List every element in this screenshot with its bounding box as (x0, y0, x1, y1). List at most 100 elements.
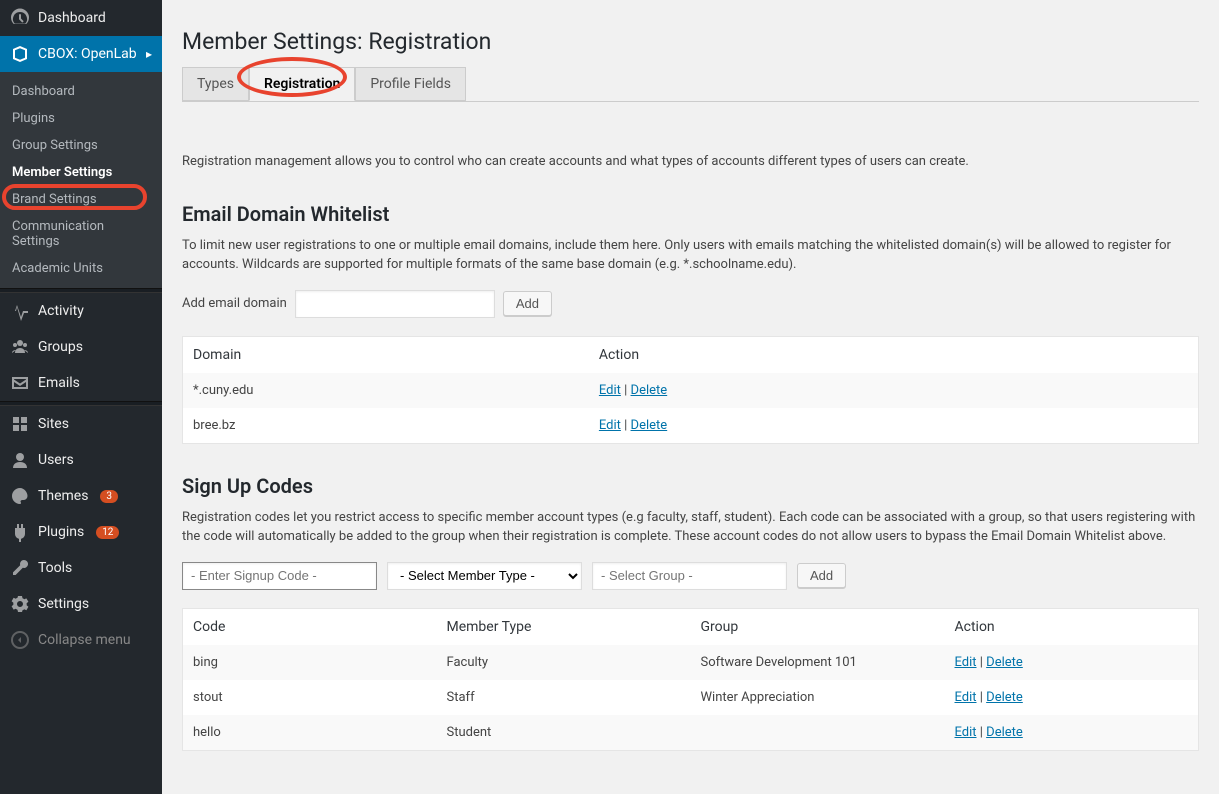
sidebar-label: Emails (38, 375, 80, 391)
sidebar-item-tools[interactable]: Tools (0, 550, 162, 586)
member-type-cell: Staff (437, 680, 691, 715)
sidebar-label: Settings (38, 596, 89, 612)
sidebar-label: Plugins (38, 524, 84, 540)
add-signup-button[interactable]: Add (797, 563, 846, 588)
sidebar-submenu: Dashboard Plugins Group Settings Member … (0, 72, 162, 288)
delete-link[interactable]: Delete (986, 690, 1023, 705)
collapse-icon (10, 630, 30, 650)
sidebar-item-dashboard[interactable]: Dashboard (0, 0, 162, 36)
action-cell: Edit | Delete (945, 645, 1199, 680)
sidebar-label: Users (38, 452, 74, 468)
group-cell: Winter Appreciation (691, 680, 945, 715)
domain-cell: *.cuny.edu (183, 373, 589, 408)
update-badge: 3 (100, 490, 118, 503)
sidebar-label: Themes (38, 488, 88, 504)
users-icon (10, 450, 30, 470)
sidebar-sub-plugins[interactable]: Plugins (0, 105, 162, 132)
tabs: Types Registration Profile Fields (182, 67, 1199, 102)
action-cell: Edit | Delete (945, 715, 1199, 751)
edit-link[interactable]: Edit (955, 725, 977, 740)
signup-code-input[interactable] (182, 562, 377, 590)
edit-link[interactable]: Edit (955, 655, 977, 670)
code-cell: bing (183, 645, 437, 680)
col-domain: Domain (183, 336, 589, 373)
signup-desc: Registration codes let you restrict acce… (182, 508, 1199, 547)
sidebar-sub-academic[interactable]: Academic Units (0, 255, 162, 282)
domain-cell: bree.bz (183, 408, 589, 444)
sidebar-item-themes[interactable]: Themes 3 (0, 478, 162, 514)
activity-icon (10, 301, 30, 321)
sidebar-item-plugins[interactable]: Plugins 12 (0, 514, 162, 550)
tab-types[interactable]: Types (182, 67, 249, 101)
edit-link[interactable]: Edit (955, 690, 977, 705)
gauge-icon (10, 8, 30, 28)
sites-icon (10, 414, 30, 434)
col-member-type: Member Type (437, 608, 691, 645)
table-row: bing Faculty Software Development 101 Ed… (183, 645, 1199, 680)
main-content: Member Settings: Registration Types Regi… (162, 0, 1219, 794)
group-input[interactable] (592, 562, 787, 590)
group-cell: Software Development 101 (691, 645, 945, 680)
sidebar-item-users[interactable]: Users (0, 442, 162, 478)
delete-link[interactable]: Delete (631, 418, 668, 433)
sidebar-item-sites[interactable]: Sites (0, 406, 162, 442)
delete-link[interactable]: Delete (631, 383, 668, 398)
action-cell: Edit | Delete (945, 680, 1199, 715)
intro-text: Registration management allows you to co… (182, 152, 1199, 172)
chevron-right-icon: ▸ (146, 47, 152, 61)
table-row: stout Staff Winter Appreciation Edit | D… (183, 680, 1199, 715)
sidebar-label: Collapse menu (38, 632, 131, 648)
plugins-icon (10, 522, 30, 542)
delete-link[interactable]: Delete (986, 655, 1023, 670)
signup-heading: Sign Up Codes (182, 474, 1199, 498)
whitelist-desc: To limit new user registrations to one o… (182, 236, 1199, 275)
action-cell: Edit | Delete (589, 408, 1199, 444)
sidebar-sub-brand-settings[interactable]: Brand Settings (0, 186, 162, 213)
member-type-select[interactable]: - Select Member Type - (387, 562, 582, 590)
tab-profile-fields[interactable]: Profile Fields (355, 67, 466, 101)
member-type-cell: Student (437, 715, 691, 751)
group-cell (691, 715, 945, 751)
themes-icon (10, 486, 30, 506)
sidebar-item-emails[interactable]: Emails (0, 365, 162, 401)
edit-link[interactable]: Edit (599, 383, 621, 398)
sidebar-item-activity[interactable]: Activity (0, 293, 162, 329)
tab-registration[interactable]: Registration (249, 67, 355, 101)
sidebar-label: Groups (38, 339, 83, 355)
whitelist-heading: Email Domain Whitelist (182, 202, 1199, 226)
page-title: Member Settings: Registration (182, 28, 1199, 55)
col-code: Code (183, 608, 437, 645)
table-row: hello Student Edit | Delete (183, 715, 1199, 751)
groups-icon (10, 337, 30, 357)
add-signup-row: - Select Member Type - Add (182, 562, 1199, 590)
add-domain-button[interactable]: Add (503, 291, 552, 316)
action-cell: Edit | Delete (589, 373, 1199, 408)
member-type-cell: Faculty (437, 645, 691, 680)
sidebar-item-settings[interactable]: Settings (0, 586, 162, 622)
sidebar-label: Dashboard (38, 10, 106, 26)
sidebar-item-cbox[interactable]: CBOX: OpenLab ▸ (0, 36, 162, 72)
edit-link[interactable]: Edit (599, 418, 621, 433)
sidebar-item-groups[interactable]: Groups (0, 329, 162, 365)
col-action: Action (945, 608, 1199, 645)
box-icon (10, 44, 30, 64)
sidebar-collapse[interactable]: Collapse menu (0, 622, 162, 658)
add-domain-label: Add email domain (182, 296, 287, 311)
add-domain-row: Add email domain Add (182, 290, 1199, 318)
sidebar-sub-group-settings[interactable]: Group Settings (0, 132, 162, 159)
sidebar-label: Tools (38, 560, 72, 576)
table-row: *.cuny.edu Edit | Delete (183, 373, 1199, 408)
signup-table: Code Member Type Group Action bing Facul… (182, 608, 1199, 751)
settings-icon (10, 594, 30, 614)
sidebar-sub-member-settings[interactable]: Member Settings (0, 159, 162, 186)
sidebar-sub-dashboard[interactable]: Dashboard (0, 78, 162, 105)
domain-table: Domain Action *.cuny.edu Edit | Delete b… (182, 336, 1199, 444)
email-icon (10, 373, 30, 393)
update-badge: 12 (96, 526, 119, 539)
tools-icon (10, 558, 30, 578)
email-domain-input[interactable] (295, 290, 495, 318)
sidebar-sub-communication[interactable]: Communication Settings (0, 213, 162, 255)
sidebar-label: CBOX: OpenLab (38, 46, 137, 62)
delete-link[interactable]: Delete (986, 725, 1023, 740)
code-cell: hello (183, 715, 437, 751)
